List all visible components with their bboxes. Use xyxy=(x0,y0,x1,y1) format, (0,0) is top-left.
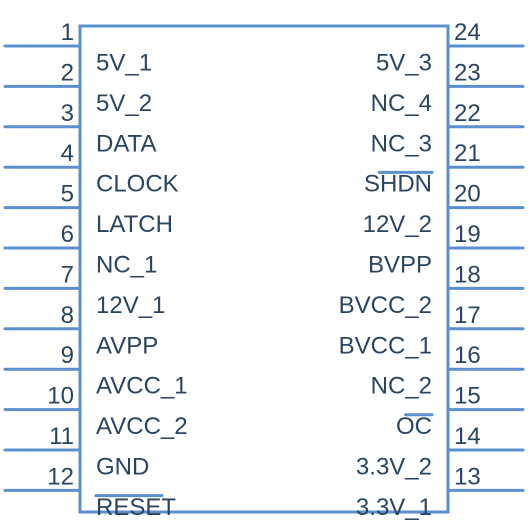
pin-label: BVCC_2 xyxy=(339,292,432,319)
pin-number: 4 xyxy=(61,140,74,167)
pin-label: RESET xyxy=(96,494,176,521)
pin-label: 5V_1 xyxy=(96,50,152,77)
pin-label: 12V_2 xyxy=(363,211,432,238)
pin-number: 19 xyxy=(454,221,481,248)
pin-label: AVCC_1 xyxy=(96,373,188,400)
pin-label: NC_4 xyxy=(371,90,432,117)
pin-label: OC xyxy=(396,413,432,440)
pin-number: 12 xyxy=(47,463,74,490)
pin-label: CLOCK xyxy=(96,171,179,198)
pin-label: 12V_1 xyxy=(96,292,165,319)
pin-label: BVPP xyxy=(368,252,432,279)
pin-number: 14 xyxy=(454,423,481,450)
pin-label: GND xyxy=(96,454,149,481)
pin-number: 24 xyxy=(454,19,481,46)
pin-label: 5V_3 xyxy=(376,50,432,77)
pin-number: 22 xyxy=(454,100,481,127)
pin-number: 6 xyxy=(61,221,74,248)
pin-label: BVCC_1 xyxy=(339,332,432,359)
pin-label: AVCC_2 xyxy=(96,413,188,440)
pin-number: 8 xyxy=(61,302,74,329)
pin-label: DATA xyxy=(96,130,156,157)
pin-label: NC_1 xyxy=(96,252,157,279)
pin-label: 5V_2 xyxy=(96,90,152,117)
pin-number: 13 xyxy=(454,463,481,490)
pin-label: 3.3V_1 xyxy=(356,494,432,521)
pin-number: 3 xyxy=(61,100,74,127)
pin-label: NC_2 xyxy=(371,373,432,400)
pin-number: 18 xyxy=(454,261,481,288)
pin-number: 15 xyxy=(454,383,481,410)
pin-number: 7 xyxy=(61,261,74,288)
pin-label: SHDN xyxy=(364,171,432,198)
pin-number: 16 xyxy=(454,342,481,369)
pin-label: LATCH xyxy=(96,211,173,238)
pin-number: 11 xyxy=(49,423,74,450)
pin-label: AVPP xyxy=(96,332,158,359)
pin-number: 17 xyxy=(454,302,481,329)
pin-number: 20 xyxy=(454,181,481,208)
pin-label: 3.3V_2 xyxy=(356,454,432,481)
pin-number: 10 xyxy=(47,383,74,410)
pin-number: 1 xyxy=(61,19,74,46)
pin-number: 9 xyxy=(61,342,74,369)
pin-number: 2 xyxy=(61,59,74,86)
pin-label: NC_3 xyxy=(371,130,432,157)
pin-number: 23 xyxy=(454,59,481,86)
pin-number: 21 xyxy=(454,140,481,167)
pin-number: 5 xyxy=(61,181,74,208)
